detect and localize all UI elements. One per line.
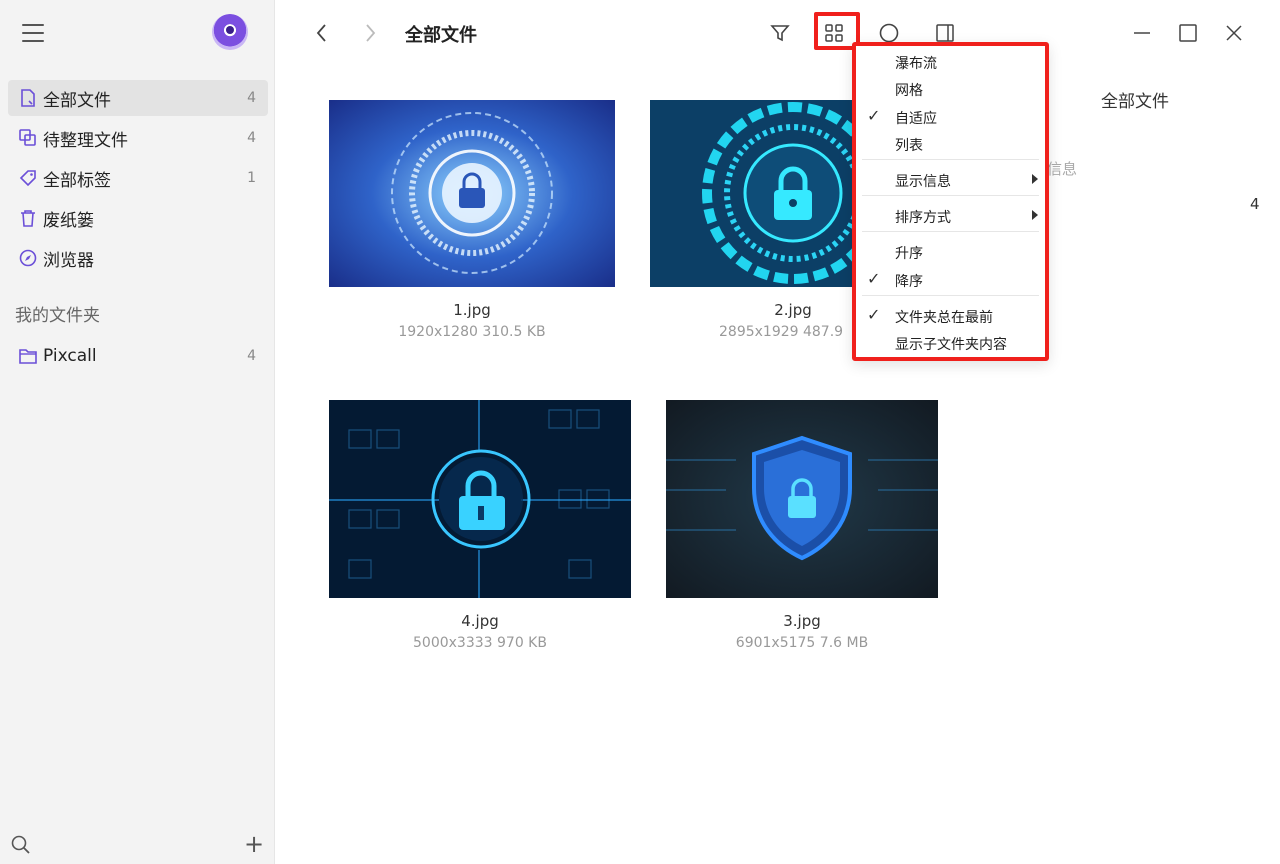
sidebar-item-tags[interactable]: 全部标签 1: [8, 160, 268, 196]
file-card[interactable]: 3.jpg 6901x5175 7.6 MB: [666, 400, 938, 651]
avatar[interactable]: [212, 14, 248, 50]
menu-item-label: 显示信息: [895, 174, 951, 190]
search-icon[interactable]: [11, 835, 31, 855]
sidebar-item-count: 4: [247, 90, 256, 106]
minimize-icon: [1134, 32, 1150, 34]
menu-item-folders-first[interactable]: ✓ 文件夹总在最前: [856, 303, 1045, 330]
menu-item-label: 显示子文件夹内容: [895, 337, 1007, 353]
folder-list: Pixcall 4: [8, 338, 268, 378]
menu-item-descending[interactable]: ✓ 降序: [856, 267, 1045, 294]
file-card[interactable]: 1.jpg 1920x1280 310.5 KB: [329, 100, 615, 340]
sidebar-item-label: 待整理文件: [43, 130, 128, 151]
menu-item-label: 列表: [895, 138, 923, 154]
menu-icon[interactable]: [22, 24, 44, 42]
compass-icon: [18, 248, 38, 268]
file-meta: 6901x5175 7.6 MB: [735, 635, 869, 651]
trash-icon: [18, 208, 38, 228]
layout-dropdown-menu: 瀑布流 网格 ✓ 自适应 列表 显示信息 排序方式 升序 ✓ 降序 ✓ 文件夹总在最前…: [852, 42, 1049, 361]
menu-item-label: 瀑布流: [895, 56, 937, 72]
check-icon: ✓: [867, 305, 881, 324]
sidebar-item-count: 1: [247, 170, 256, 186]
sidebar-item-label: Pixcall: [43, 346, 97, 366]
sidebar-item-trash[interactable]: 废纸篓: [8, 200, 268, 236]
menu-item-ascending[interactable]: 升序: [856, 239, 1045, 266]
sidebar-item-label: 全部标签: [43, 170, 111, 191]
sidebar-right-icon: [936, 24, 954, 42]
menu-item-sort-by[interactable]: 排序方式: [856, 203, 1045, 230]
sidebar: 全部文件 4 待整理文件 4 全部标签 1 废纸篓 浏览器 我的文件夹 Pixc…: [0, 0, 275, 864]
info-panel-subtitle: 信息: [1047, 160, 1078, 178]
forward-button[interactable]: [355, 18, 385, 48]
maximize-icon: [1179, 24, 1197, 42]
add-icon[interactable]: +: [244, 832, 264, 856]
menu-item-label: 降序: [895, 274, 923, 290]
sidebar-item-folder-pixcall[interactable]: Pixcall 4: [8, 338, 268, 374]
section-title: 我的文件夹: [15, 306, 100, 326]
file-name: 4.jpg: [461, 612, 499, 630]
menu-item-adaptive[interactable]: ✓ 自适应: [856, 104, 1045, 131]
thumbnail[interactable]: [666, 400, 938, 598]
sidebar-item-count: 4: [247, 130, 256, 146]
menu-separator: [862, 195, 1039, 196]
check-icon: ✓: [867, 106, 881, 125]
menu-separator: [862, 231, 1039, 232]
sidebar-item-unsorted[interactable]: 待整理文件 4: [8, 120, 268, 156]
file-card[interactable]: 4.jpg 5000x3333 970 KB: [329, 400, 631, 651]
file-meta: 1920x1280 310.5 KB: [398, 324, 546, 340]
menu-item-waterfall[interactable]: 瀑布流: [856, 49, 1045, 76]
file-meta: 5000x3333 970 KB: [413, 635, 547, 651]
tag-icon: [18, 168, 38, 188]
back-button[interactable]: [307, 18, 337, 48]
menu-item-label: 升序: [895, 246, 923, 262]
menu-separator: [862, 295, 1039, 296]
filter-icon: [770, 25, 790, 42]
folder-icon: [18, 346, 38, 366]
submenu-arrow-icon: [1032, 174, 1038, 184]
top-bar: 全部文件: [276, 0, 1280, 66]
menu-item-show-subfolder-contents[interactable]: 显示子文件夹内容: [856, 330, 1045, 357]
menu-item-list[interactable]: 列表: [856, 131, 1045, 158]
info-panel-count: 4: [1250, 195, 1260, 213]
info-panel-title: 全部文件: [1101, 92, 1169, 112]
sidebar-item-label: 全部文件: [43, 90, 111, 111]
sidebar-nav: 全部文件 4 待整理文件 4 全部标签 1 废纸篓 浏览器: [8, 80, 268, 280]
menu-item-show-info[interactable]: 显示信息: [856, 167, 1045, 194]
menu-item-label: 网格: [895, 83, 923, 99]
chevron-right-icon: [366, 24, 376, 42]
maximize-button[interactable]: [1173, 18, 1203, 48]
copy-icon: [18, 128, 38, 148]
filter-button[interactable]: [765, 18, 795, 48]
minimize-button[interactable]: [1127, 18, 1157, 48]
file-name: 1.jpg: [453, 301, 491, 319]
search-icon: [879, 23, 899, 43]
close-button[interactable]: [1219, 18, 1249, 48]
check-icon: ✓: [867, 269, 881, 288]
sidebar-item-label: 废纸篓: [43, 210, 94, 231]
sidebar-item-count: 4: [247, 348, 256, 364]
menu-item-label: 排序方式: [895, 210, 951, 226]
file-name: 3.jpg: [783, 612, 821, 630]
menu-item-grid[interactable]: 网格: [856, 76, 1045, 103]
file-icon: [18, 88, 38, 108]
sidebar-item-all-files[interactable]: 全部文件 4: [8, 80, 268, 116]
page-title: 全部文件: [405, 25, 477, 46]
submenu-arrow-icon: [1032, 210, 1038, 220]
menu-item-label: 文件夹总在最前: [895, 310, 993, 326]
close-icon: [1226, 25, 1242, 41]
menu-item-label: 自适应: [895, 111, 937, 127]
chevron-left-icon: [316, 24, 326, 42]
thumbnail[interactable]: [329, 100, 615, 287]
sidebar-item-label: 浏览器: [43, 250, 94, 271]
thumbnail[interactable]: [329, 400, 631, 598]
menu-separator: [862, 159, 1039, 160]
sidebar-item-browser[interactable]: 浏览器: [8, 240, 268, 276]
